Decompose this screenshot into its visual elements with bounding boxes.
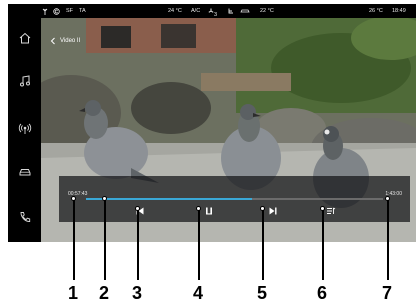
callout-number-1: 1 — [67, 283, 78, 303]
callout-number-3: 3 — [131, 283, 142, 303]
playlist-button[interactable] — [325, 205, 337, 217]
callout-line-6 — [322, 210, 324, 280]
back-button[interactable]: Video II — [49, 34, 80, 48]
copyright-c-icon — [53, 8, 60, 17]
playlist-icon — [327, 207, 336, 214]
seat-icon — [227, 8, 234, 17]
progress-fill — [86, 198, 253, 200]
car-icon — [19, 169, 31, 176]
callout-number-4: 4 — [192, 283, 203, 303]
sidebar-item-car[interactable] — [14, 161, 36, 183]
callout-line-1 — [73, 200, 75, 280]
back-arrow-icon — [50, 37, 55, 45]
pause-button[interactable] — [203, 205, 215, 217]
fan-speed: 3 — [208, 8, 217, 18]
inside-temperature: 24 °C — [168, 8, 182, 14]
sidebar-item-radio[interactable] — [14, 118, 36, 140]
callout-line-2 — [104, 200, 106, 280]
right-temperature: 26 °C — [369, 8, 383, 14]
sidebar-item-home[interactable] — [14, 27, 36, 49]
callout-line-4 — [198, 210, 200, 280]
callout-number-7: 7 — [381, 283, 392, 303]
phone-icon — [20, 212, 31, 222]
next-button[interactable] — [267, 205, 279, 217]
callout-line-5 — [262, 210, 264, 280]
sidebar-item-music[interactable] — [14, 70, 36, 92]
car-status-icon — [240, 8, 250, 16]
callout-number-5: 5 — [256, 283, 267, 303]
ta-indicator: TA — [79, 8, 86, 14]
home-icon — [19, 32, 31, 44]
ac-status: A/C — [191, 8, 201, 14]
playback-controls: 00:57:43 1:43:00 — [59, 176, 410, 222]
music-note-icon — [20, 75, 30, 87]
callout-number-6: 6 — [316, 283, 327, 303]
skip-next-icon — [269, 207, 277, 215]
callout-line-7 — [387, 200, 389, 280]
video-title: Video II — [60, 38, 81, 44]
clock: 18:49 — [392, 8, 406, 14]
radio-antenna-icon — [18, 123, 32, 134]
sidebar — [8, 18, 41, 242]
antenna-icon — [42, 8, 48, 17]
head-unit-screen: SF TA 24 °C A/C 3 22 °C 26 °C 18:49 Vide… — [8, 4, 416, 242]
status-bar: SF TA 24 °C A/C 3 22 °C 26 °C 18:49 — [8, 4, 416, 18]
outside-temperature: 22 °C — [260, 8, 274, 14]
sf-indicator: SF — [66, 8, 74, 14]
sidebar-item-phone[interactable] — [14, 206, 36, 228]
pause-icon — [206, 207, 212, 215]
video-area[interactable]: Video II 00:57:43 1:43:00 — [41, 18, 416, 242]
callout-line-3 — [137, 210, 139, 280]
progress-bar[interactable] — [86, 198, 383, 200]
callout-number-2: 2 — [98, 283, 109, 303]
